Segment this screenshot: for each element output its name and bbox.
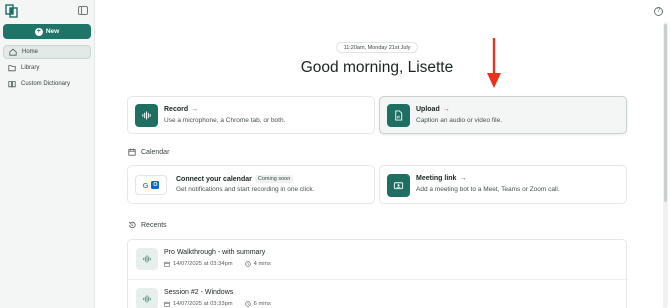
connect-calendar-title-text: Connect your calendar (176, 176, 252, 183)
calendar-icon (164, 261, 170, 267)
waveform-icon (143, 255, 151, 263)
folder-icon (8, 65, 16, 72)
recent-duration: 6 mins (253, 301, 271, 307)
upload-icon-box (387, 104, 410, 127)
upload-subtitle: Caption an audio or video file. (416, 117, 503, 124)
annotation-arrow-icon (487, 38, 501, 88)
recent-meta: 14/07/2025 at 03:33pm 6 mins (164, 301, 271, 307)
greeting-heading: Good morning, Lisette (300, 59, 454, 76)
calendar-section-text: Calendar (141, 148, 170, 156)
coming-soon-badge: Coming soon (254, 175, 294, 183)
waveform-icon (143, 295, 151, 303)
sidebar: + New Home Library Custom Dictionary (0, 0, 95, 308)
meeting-link-title: Meeting link → (416, 175, 466, 182)
record-icon-box (135, 104, 158, 127)
video-call-icon (393, 182, 404, 190)
calendar-section-label: Calendar (128, 148, 169, 156)
help-icon[interactable]: ? (654, 7, 663, 16)
meeting-icon-box (387, 174, 410, 197)
sidebar-item-home[interactable]: Home (3, 45, 91, 59)
calendar-icon (164, 301, 170, 307)
plus-icon: + (34, 27, 43, 36)
recent-meta: 14/07/2025 at 03:34pm 4 mins (164, 261, 271, 267)
arrow-right-icon: → (459, 175, 467, 182)
recording-icon-box (136, 288, 158, 308)
outlook-icon: O (151, 181, 160, 189)
datetime-pill: 11:20am, Monday 21st July (336, 42, 418, 53)
sidebar-item-label: Home (22, 49, 39, 55)
recording-icon-box (136, 248, 158, 270)
waveform-icon (142, 111, 151, 120)
recent-title: Session #2 - Windows (164, 289, 234, 296)
record-title-text: Record (164, 106, 189, 113)
upload-title-text: Upload (416, 106, 440, 113)
recent-duration: 4 mins (253, 261, 271, 267)
meeting-link-title-text: Meeting link (416, 175, 457, 182)
sidebar-item-custom-dictionary[interactable]: Custom Dictionary (3, 77, 91, 91)
scrollbar-thumb[interactable] (664, 24, 667, 202)
record-subtitle: Use a microphone, a Chrome tab, or both. (164, 117, 286, 124)
record-card[interactable]: Record → Use a microphone, a Chrome tab, … (127, 96, 375, 134)
recent-date: 14/07/2025 at 03:34pm (173, 261, 233, 267)
calendar-providers: G O (135, 175, 167, 195)
upload-title: Upload → (416, 106, 450, 113)
meeting-link-card[interactable]: Meeting link → Add a meeting bot to a Mee… (379, 165, 627, 204)
record-title: Record → (164, 106, 198, 113)
recents-list: Pro Walkthrough - with summary 14/07/202… (127, 239, 628, 308)
recents-section-text: Recents (141, 221, 167, 229)
recent-date: 14/07/2025 at 03:33pm (173, 301, 233, 307)
google-icon: G (142, 180, 149, 190)
home-icon (9, 48, 17, 56)
sidebar-item-label: Custom Dictionary (21, 81, 71, 87)
sidebar-item-library[interactable]: Library (3, 61, 91, 75)
recent-title: Pro Walkthrough - with summary (164, 249, 266, 256)
recent-item[interactable]: Pro Walkthrough - with summary 14/07/202… (128, 240, 628, 279)
connect-calendar-title: Connect your calendar Coming soon (176, 175, 294, 183)
clock-icon (244, 301, 251, 307)
arrow-right-icon: → (191, 106, 199, 113)
app-logo-icon[interactable] (5, 4, 19, 19)
clock-icon (244, 261, 251, 267)
connect-calendar-subtitle: Get notifications and start recording in… (176, 186, 315, 193)
recents-section-label: Recents (128, 221, 167, 229)
file-icon (395, 110, 403, 121)
new-button-label: New (45, 28, 60, 35)
connect-calendar-card[interactable]: G O Connect your calendar Coming soon Get… (127, 165, 375, 204)
arrow-right-icon: → (442, 106, 450, 113)
recent-item[interactable]: Session #2 - Windows 14/07/2025 at 03:33… (128, 279, 628, 308)
meeting-link-subtitle: Add a meeting bot to a Meet, Teams or Zo… (416, 186, 560, 193)
collapse-sidebar-icon[interactable] (78, 6, 88, 15)
datetime-text: 11:20am, Monday 21st July (343, 44, 411, 51)
history-icon (128, 221, 136, 229)
calendar-icon (128, 148, 136, 156)
book-icon (8, 81, 16, 88)
sidebar-item-label: Library (21, 65, 40, 71)
new-button[interactable]: + New (3, 24, 91, 39)
upload-card[interactable]: Upload → Caption an audio or video file. (379, 96, 627, 134)
